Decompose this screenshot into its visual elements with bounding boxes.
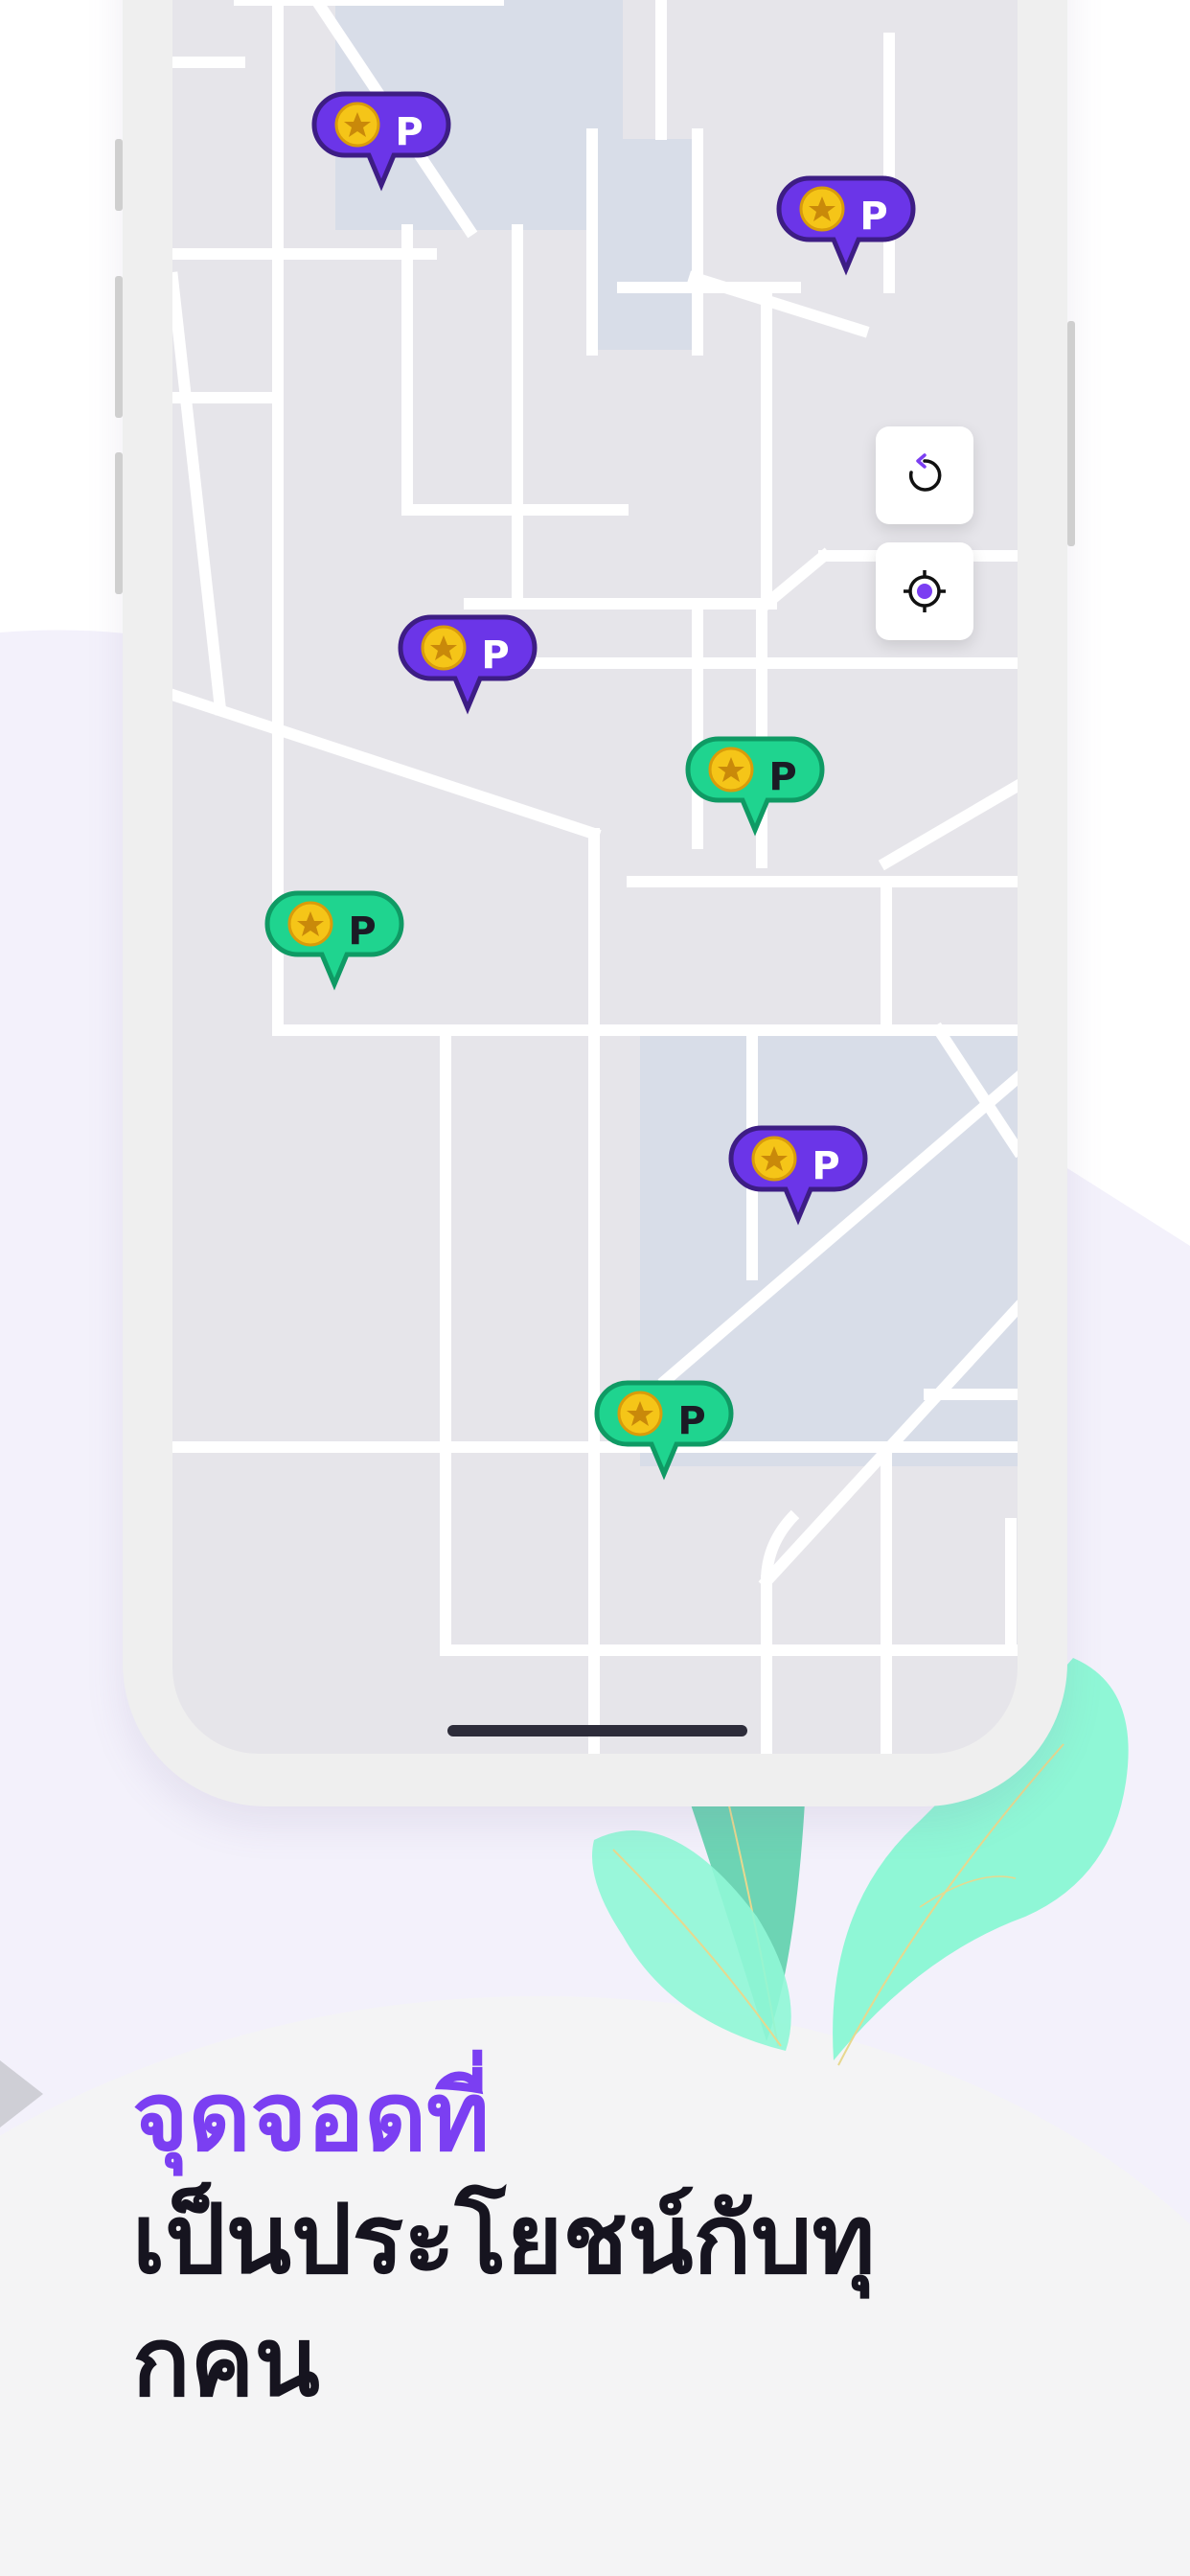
phone-side-button [115, 276, 123, 418]
parking-pin-label: P [395, 110, 423, 154]
parking-pin[interactable]: P [728, 1125, 868, 1254]
parking-pin[interactable]: P [594, 1380, 734, 1508]
headline-accent: จุดจอดที่ [132, 2060, 491, 2173]
refresh-icon [908, 453, 942, 492]
parking-pin-label: P [677, 1399, 706, 1443]
phone-power-button [1067, 321, 1075, 546]
parking-pin-label: P [812, 1144, 840, 1188]
phone-side-button [115, 139, 123, 211]
home-indicator[interactable] [447, 1725, 747, 1736]
parking-pin[interactable]: P [311, 91, 451, 219]
parking-pin-label: P [348, 909, 377, 954]
parking-pin-label: P [481, 633, 510, 678]
parking-pin-label: P [768, 755, 797, 799]
phone-side-button [115, 452, 123, 594]
headline-line: กคน [132, 2306, 320, 2418]
refresh-map-button[interactable] [876, 426, 973, 524]
headline-line: เป็นประโยชน์กับทุ [132, 2183, 876, 2295]
map-view[interactable]: P P P P P P P [172, 0, 1018, 1754]
parking-pin[interactable]: P [685, 736, 825, 864]
parking-pin[interactable]: P [398, 614, 538, 743]
my-location-button[interactable] [876, 542, 973, 640]
parking-pin[interactable]: P [264, 890, 404, 1019]
headline: จุดจอดที่ เป็นประโยชน์กับทุ กคน [132, 2056, 1138, 2424]
parking-pin[interactable]: P [776, 175, 916, 304]
my-location-icon [904, 570, 946, 612]
parking-pin-label: P [859, 195, 888, 239]
